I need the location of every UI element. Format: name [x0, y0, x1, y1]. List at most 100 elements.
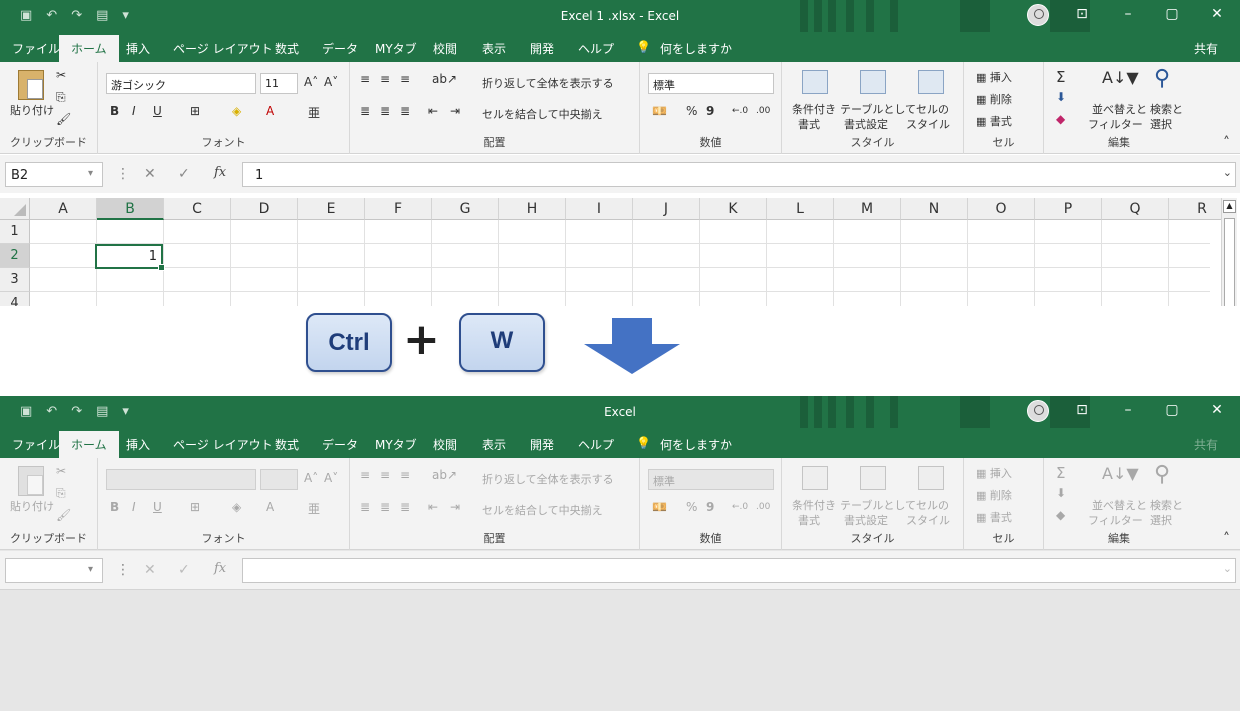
minimize-button[interactable]: – [1116, 402, 1140, 418]
insert-function-icon[interactable]: fx [214, 165, 226, 180]
align-bottom-icon[interactable]: ≡ [400, 72, 410, 86]
borders-icon[interactable]: ⊞ [190, 104, 200, 118]
merge-center-button[interactable]: セルを結合して中央揃え [482, 106, 603, 122]
ribbon-display-icon[interactable]: ⊡ [1070, 6, 1094, 22]
tab-formulas[interactable]: 数式 [275, 40, 299, 57]
close-button[interactable]: ✕ [1205, 6, 1229, 22]
increase-indent-icon[interactable]: ⇥ [450, 104, 460, 118]
share-button[interactable]: 共有 [1194, 40, 1218, 57]
orientation-icon[interactable]: ab↗ [432, 72, 457, 86]
align-middle-icon[interactable]: ≡ [380, 72, 390, 86]
tab-home[interactable]: ホーム [59, 35, 119, 62]
worksheet-grid[interactable]: A B C D E F G H I J K L M N O P Q R 1 2 3 4 1 ▲ [0, 194, 1240, 306]
delete-cells-button[interactable]: ▦ 削除 [976, 91, 1012, 107]
column-header-p[interactable]: P [1035, 198, 1102, 220]
clear-icon[interactable]: ◆ [1056, 112, 1065, 126]
tab-view[interactable]: 表示 [482, 40, 506, 57]
italic-button[interactable]: I [132, 104, 136, 118]
column-header-e[interactable]: E [298, 198, 365, 220]
tell-me-box[interactable]: 何をしますか [660, 436, 732, 453]
tab-file[interactable]: ファイル [12, 436, 60, 453]
row-header-1[interactable]: 1 [0, 220, 30, 244]
column-header-l[interactable]: L [767, 198, 834, 220]
select-all-button[interactable] [0, 198, 30, 220]
tab-review[interactable]: 校閲 [433, 436, 457, 453]
expand-formula-icon[interactable]: ⌄ [1223, 166, 1232, 179]
column-header-k[interactable]: K [700, 198, 767, 220]
minimize-button[interactable]: – [1116, 6, 1140, 22]
align-top-icon[interactable]: ≡ [360, 72, 370, 86]
wrap-text-button[interactable]: 折り返して全体を表示する [482, 75, 614, 91]
paste-button[interactable]: 貼り付け [10, 102, 54, 118]
tab-developer[interactable]: 開発 [530, 40, 554, 57]
format-cells-button[interactable]: ▦ 書式 [976, 113, 1012, 129]
scroll-up-icon[interactable]: ▲ [1223, 200, 1236, 213]
comma-button[interactable]: 9 [706, 104, 714, 118]
tab-formulas[interactable]: 数式 [275, 436, 299, 453]
collapse-ribbon-icon[interactable]: ˄ [1223, 531, 1230, 547]
format-table-icon[interactable] [860, 70, 886, 94]
increase-font-icon[interactable]: A˄ [304, 75, 318, 89]
ribbon-display-icon[interactable]: ⊡ [1070, 402, 1094, 418]
collapse-ribbon-icon[interactable]: ˄ [1223, 135, 1230, 151]
column-header-c[interactable]: C [164, 198, 231, 220]
tab-review[interactable]: 校閲 [433, 40, 457, 57]
formula-input[interactable]: 1 [242, 162, 1236, 187]
column-header-q[interactable]: Q [1102, 198, 1169, 220]
align-right-icon[interactable]: ≣ [400, 104, 410, 118]
copy-icon[interactable]: ⎘ [56, 90, 66, 105]
active-cell-b2[interactable]: 1 [95, 244, 165, 271]
decrease-font-icon[interactable]: A˅ [324, 75, 338, 89]
column-header-h[interactable]: H [499, 198, 566, 220]
decrease-indent-icon[interactable]: ⇤ [428, 104, 438, 118]
tab-data[interactable]: データ [322, 436, 358, 453]
tab-file[interactable]: ファイル [12, 40, 60, 57]
number-format-select[interactable]: 標準 [648, 73, 774, 94]
tab-mytab[interactable]: MYタブ [375, 436, 417, 453]
fill-icon[interactable]: ⬇ [1056, 90, 1066, 104]
row-header-4[interactable]: 4 [0, 292, 30, 306]
column-header-o[interactable]: O [968, 198, 1035, 220]
currency-icon[interactable]: 💴 [652, 104, 667, 118]
cut-icon[interactable]: ✂ [56, 68, 66, 82]
column-header-m[interactable]: M [834, 198, 901, 220]
column-header-g[interactable]: G [432, 198, 499, 220]
paste-icon[interactable] [18, 70, 44, 100]
restore-button[interactable]: ▢ [1160, 402, 1184, 418]
tab-insert[interactable]: 挿入 [126, 40, 150, 57]
column-header-j[interactable]: J [633, 198, 700, 220]
cancel-icon[interactable]: ✕ [144, 166, 156, 182]
tab-data[interactable]: データ [322, 40, 358, 57]
align-center-icon[interactable]: ≣ [380, 104, 390, 118]
column-header-b[interactable]: B [97, 198, 164, 220]
format-painter-icon[interactable]: 🖌 [56, 112, 71, 126]
row-header-2[interactable]: 2 [0, 244, 30, 268]
increase-decimal-icon[interactable]: ←.0 [732, 106, 748, 116]
tab-insert[interactable]: 挿入 [126, 436, 150, 453]
tell-me-box[interactable]: 何をしますか [660, 40, 732, 57]
percent-button[interactable]: % [686, 104, 697, 118]
tab-page-layout[interactable]: ページ レイアウト [173, 436, 273, 453]
autosum-icon[interactable]: Σ [1056, 68, 1065, 86]
user-avatar[interactable] [1027, 400, 1049, 422]
column-header-n[interactable]: N [901, 198, 968, 220]
chevron-down-icon[interactable]: ▾ [88, 168, 93, 179]
tab-page-layout[interactable]: ページ レイアウト [173, 40, 273, 57]
font-size-select[interactable]: 11 [260, 73, 298, 94]
tab-mytab[interactable]: MYタブ [375, 40, 417, 57]
tab-home[interactable]: ホーム [59, 431, 119, 458]
decrease-decimal-icon[interactable]: .00 [756, 106, 770, 116]
conditional-format-icon[interactable] [802, 70, 828, 94]
column-header-d[interactable]: D [231, 198, 298, 220]
restore-button[interactable]: ▢ [1160, 6, 1184, 22]
insert-cells-button[interactable]: ▦ 挿入 [976, 69, 1012, 85]
font-name-select[interactable]: 游ゴシック [106, 73, 256, 94]
sort-filter-icon[interactable]: A↓▼ [1102, 68, 1139, 87]
close-button[interactable]: ✕ [1205, 402, 1229, 418]
align-left-icon[interactable]: ≣ [360, 104, 370, 118]
scroll-thumb[interactable] [1224, 218, 1235, 306]
vertical-scrollbar[interactable]: ▲ [1221, 198, 1237, 306]
underline-button[interactable]: U [153, 104, 162, 118]
row-header-3[interactable]: 3 [0, 268, 30, 292]
user-avatar[interactable] [1027, 4, 1049, 26]
